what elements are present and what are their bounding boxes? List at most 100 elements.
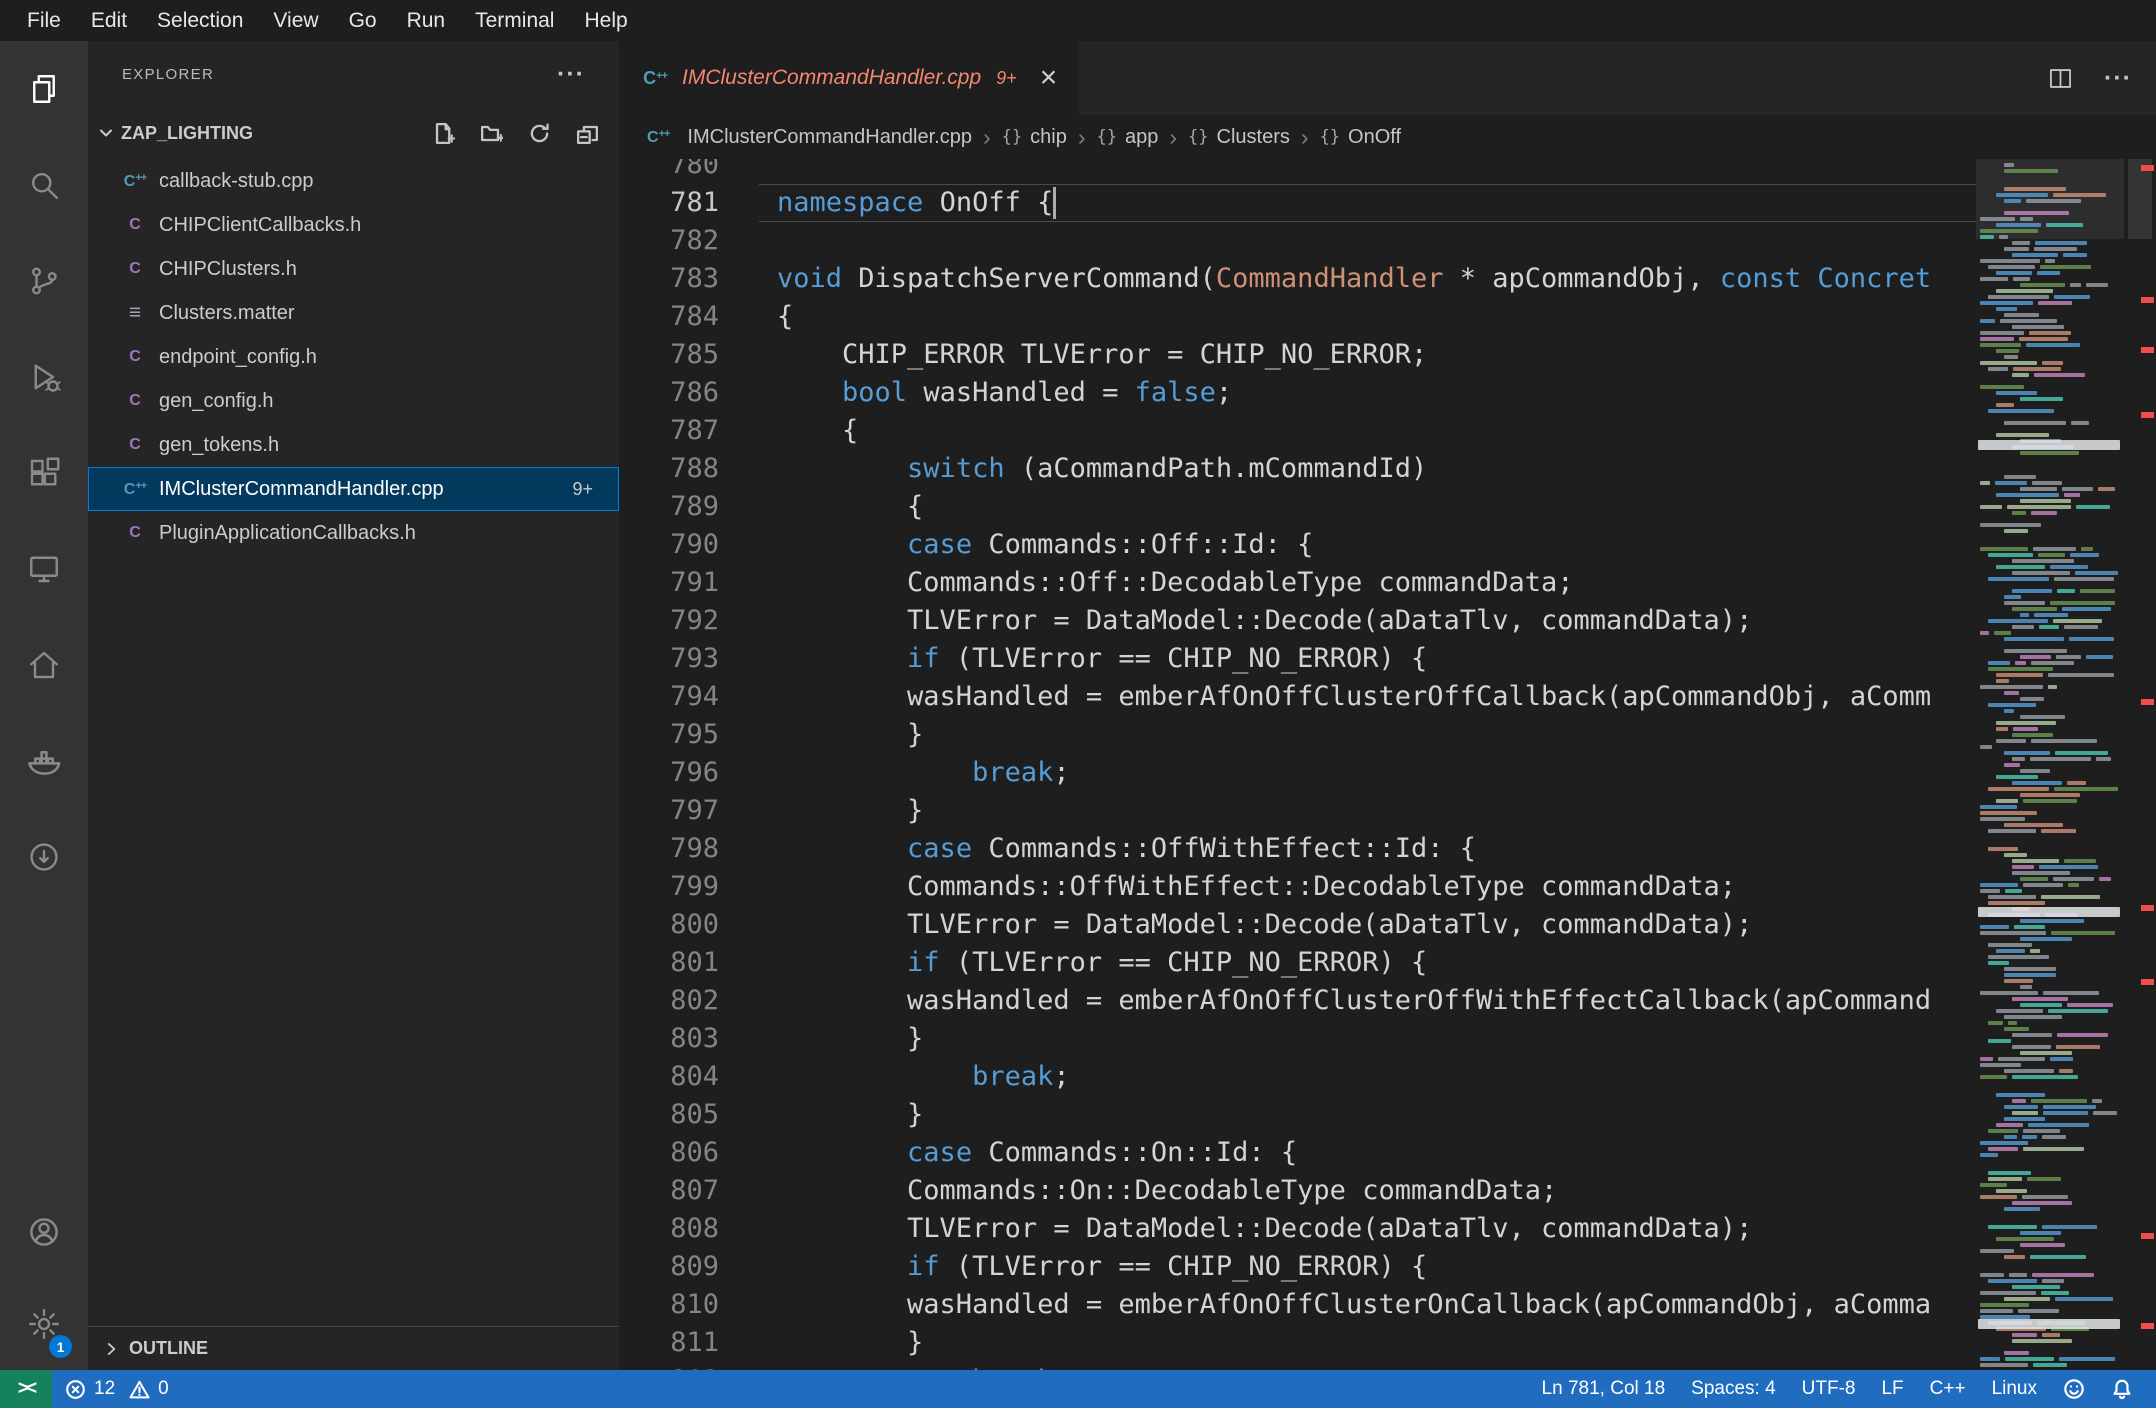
code-text[interactable]: CHIP_ERROR TLVError = CHIP_NO_ERROR; xyxy=(719,336,1427,374)
code-text[interactable]: namespace OnOff { xyxy=(719,184,1053,222)
line-number[interactable]: 803 xyxy=(619,1020,719,1058)
close-icon[interactable]: × xyxy=(1040,63,1058,93)
line-number[interactable]: 784 xyxy=(619,298,719,336)
code-text[interactable]: TLVError = DataModel::Decode(aDataTlv, c… xyxy=(719,602,1752,640)
menu-help[interactable]: Help xyxy=(569,0,642,41)
minimap[interactable] xyxy=(1976,159,2124,1370)
more-actions-icon[interactable]: ··· xyxy=(557,60,585,89)
notifications-bell-icon[interactable] xyxy=(2098,1370,2146,1408)
line-number[interactable]: 780 xyxy=(619,159,719,184)
code-editor[interactable]: 780 781 namespace OnOff {782 783 void Dispat… xyxy=(619,159,1976,1370)
scrollbar-thumb[interactable] xyxy=(2128,159,2152,239)
collapse-all-icon[interactable] xyxy=(576,122,599,145)
breadcrumb-item-clusters[interactable]: {} Clusters xyxy=(1188,126,1290,149)
refresh-icon[interactable] xyxy=(528,122,551,145)
menu-go[interactable]: Go xyxy=(334,0,392,41)
code-text[interactable]: wasHandled = emberAfOnOffClusterOffWithE… xyxy=(719,982,1931,1020)
code-text[interactable]: break; xyxy=(719,1058,1070,1096)
line-number[interactable]: 806 xyxy=(619,1134,719,1172)
overview-ruler[interactable] xyxy=(2124,159,2156,1370)
editor-more-actions-icon[interactable]: ··· xyxy=(2104,64,2132,93)
line-number[interactable]: 797 xyxy=(619,792,719,830)
line-number[interactable]: 809 xyxy=(619,1248,719,1286)
file-row-gen-config-h[interactable]: Cgen_config.h xyxy=(88,379,619,423)
breadcrumb-item-onoff[interactable]: {} OnOff xyxy=(1320,126,1401,149)
code-text[interactable]: } xyxy=(719,1020,923,1058)
line-number[interactable]: 790 xyxy=(619,526,719,564)
problems-indicator[interactable]: 12 0 xyxy=(52,1370,182,1408)
line-number[interactable]: 789 xyxy=(619,488,719,526)
code-text[interactable]: case Commands::On::Id: { xyxy=(719,1134,1297,1172)
code-text[interactable]: if (TLVError == CHIP_NO_ERROR) { xyxy=(719,944,1427,982)
new-folder-icon[interactable] xyxy=(480,122,503,145)
code-text[interactable]: wasHandled = emberAfOnOffClusterOnCallba… xyxy=(719,1286,1931,1324)
folder-section-header[interactable]: ZAP_LIGHTING xyxy=(88,107,619,159)
file-row-chipclientcallbacks-h[interactable]: C CHIPClientCallbacks.h xyxy=(88,203,619,247)
line-number[interactable]: 800 xyxy=(619,906,719,944)
menu-selection[interactable]: Selection xyxy=(142,0,258,41)
code-text[interactable]: void DispatchServerCommand(CommandHandle… xyxy=(719,260,1931,298)
line-number[interactable]: 802 xyxy=(619,982,719,1020)
code-text[interactable]: { xyxy=(719,298,793,336)
code-text[interactable]: TLVError = DataModel::Decode(aDataTlv, c… xyxy=(719,906,1752,944)
run-debug-icon[interactable] xyxy=(0,329,88,425)
code-text[interactable]: case Commands::OffWithEffect::Id: { xyxy=(719,830,1476,868)
account-icon[interactable] xyxy=(0,1186,88,1278)
eol[interactable]: LF xyxy=(1868,1370,1916,1408)
line-number[interactable]: 805 xyxy=(619,1096,719,1134)
line-number[interactable]: 792 xyxy=(619,602,719,640)
code-text[interactable]: Commands::OffWithEffect::DecodableType c… xyxy=(719,868,1736,906)
line-number[interactable]: 787 xyxy=(619,412,719,450)
line-number[interactable]: 783 xyxy=(619,260,719,298)
file-row-pluginapplicationcallbacks-h[interactable]: C PluginApplicationCallbacks.h xyxy=(88,511,619,555)
code-text[interactable]: } xyxy=(719,1096,923,1134)
line-number[interactable]: 785 xyxy=(619,336,719,374)
line-number[interactable]: 810 xyxy=(619,1286,719,1324)
explorer-icon[interactable] xyxy=(0,41,88,137)
menu-terminal[interactable]: Terminal xyxy=(460,0,569,41)
line-number[interactable]: 793 xyxy=(619,640,719,678)
menu-edit[interactable]: Edit xyxy=(76,0,142,41)
line-number[interactable]: 807 xyxy=(619,1172,719,1210)
line-number[interactable]: 799 xyxy=(619,868,719,906)
line-number[interactable]: 796 xyxy=(619,754,719,792)
file-row-imclustercommandhandler-cpp[interactable]: C++ IMClusterCommandHandler.cpp 9+ xyxy=(88,467,619,511)
file-row-callback-stub-cpp[interactable]: C++ callback-stub.cpp xyxy=(88,159,619,203)
line-number[interactable]: 811 xyxy=(619,1324,719,1362)
line-number[interactable]: 786 xyxy=(619,374,719,412)
encoding[interactable]: UTF-8 xyxy=(1789,1370,1869,1408)
home-icon[interactable] xyxy=(0,617,88,713)
line-number[interactable]: 794 xyxy=(619,678,719,716)
line-number[interactable]: 812 xyxy=(619,1362,719,1370)
tab-imclustercommandhandler[interactable]: C++ IMClusterCommandHandler.cpp 9+ × xyxy=(619,41,1080,115)
feedback-smiley-icon[interactable] xyxy=(2050,1370,2098,1408)
search-icon[interactable] xyxy=(0,137,88,233)
code-text[interactable]: Commands::Off::DecodableType commandData… xyxy=(719,564,1573,602)
new-file-icon[interactable] xyxy=(432,122,455,145)
line-number[interactable]: 801 xyxy=(619,944,719,982)
code-text[interactable] xyxy=(719,222,777,260)
line-number[interactable]: 788 xyxy=(619,450,719,488)
code-text[interactable]: switch (aCommandPath.mCommandId) xyxy=(719,450,1427,488)
code-text[interactable]: bool wasHandled = false; xyxy=(719,374,1232,412)
extensions-icon[interactable] xyxy=(0,425,88,521)
code-text[interactable]: case Commands::Off::Id: { xyxy=(719,526,1313,564)
code-text[interactable]: wasHandled = emberAfOnOffClusterOffCallb… xyxy=(719,678,1931,716)
code-text[interactable]: { xyxy=(719,488,923,526)
code-text[interactable]: if (TLVError == CHIP_NO_ERROR) { xyxy=(719,640,1427,678)
cursor-position[interactable]: Ln 781, Col 18 xyxy=(1529,1370,1679,1408)
code-text[interactable]: } xyxy=(719,792,923,830)
settings-icon[interactable]: 1 xyxy=(0,1278,88,1370)
code-text[interactable]: } xyxy=(719,1324,923,1362)
line-number[interactable]: 795 xyxy=(619,716,719,754)
file-row-clusters-matter[interactable]: ≡ Clusters.matter xyxy=(88,291,619,335)
remote-explorer-icon[interactable] xyxy=(0,521,88,617)
line-number[interactable]: 782 xyxy=(619,222,719,260)
code-text[interactable]: if (TLVError == CHIP_NO_ERROR) { xyxy=(719,1248,1427,1286)
breadcrumb-item-chip[interactable]: {} chip xyxy=(1002,126,1067,149)
code-text[interactable]: break; xyxy=(719,1362,1070,1370)
menu-file[interactable]: File xyxy=(12,0,76,41)
remote-indicator[interactable]: >< xyxy=(0,1370,52,1408)
language-mode[interactable]: C++ xyxy=(1917,1370,1979,1408)
code-text[interactable]: TLVError = DataModel::Decode(aDataTlv, c… xyxy=(719,1210,1752,1248)
